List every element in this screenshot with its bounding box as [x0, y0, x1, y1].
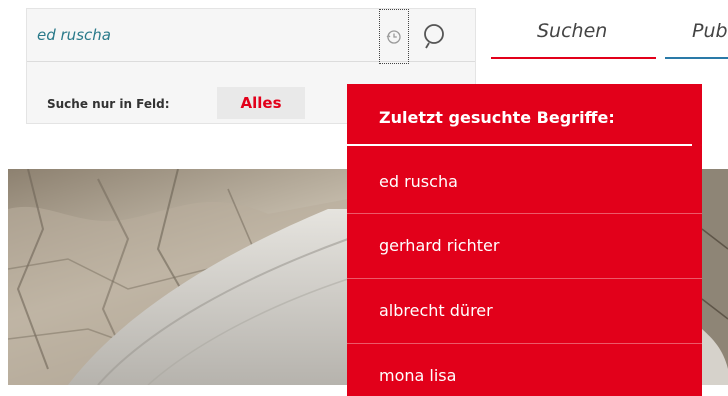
recent-searches-dropdown: Zuletzt gesuchte Begriffe: ed ruscha ger… [347, 84, 702, 396]
recent-searches-header: Zuletzt gesuchte Begriffe: [379, 108, 615, 127]
recent-search-label: albrecht dürer [379, 301, 493, 320]
recent-search-label: mona lisa [379, 366, 457, 385]
recent-search-item[interactable]: albrecht dürer [347, 279, 702, 343]
history-clock-icon [386, 29, 401, 44]
search-input[interactable] [37, 23, 367, 47]
recent-search-label: ed ruscha [379, 172, 458, 191]
tab-pub[interactable]: Pub [692, 20, 728, 42]
recent-search-item[interactable]: gerhard richter [347, 214, 702, 278]
tab-pub-underline [665, 57, 728, 59]
field-filter-label: Suche nur in Feld: [47, 97, 170, 111]
recent-search-item[interactable]: mona lisa [347, 344, 702, 396]
dropdown-divider [347, 144, 692, 146]
field-filter-select[interactable]: Alles [217, 87, 305, 119]
recent-search-label: gerhard richter [379, 236, 500, 255]
search-row [27, 9, 475, 64]
page: Suche nur in Feld: Alles Suchen Pub [0, 0, 728, 396]
tab-suchen-underline [491, 57, 656, 59]
search-button[interactable] [422, 23, 446, 49]
recent-search-item[interactable]: ed ruscha [347, 150, 702, 214]
search-icon [424, 24, 444, 49]
history-button[interactable] [379, 9, 409, 64]
tab-suchen[interactable]: Suchen [537, 20, 607, 42]
